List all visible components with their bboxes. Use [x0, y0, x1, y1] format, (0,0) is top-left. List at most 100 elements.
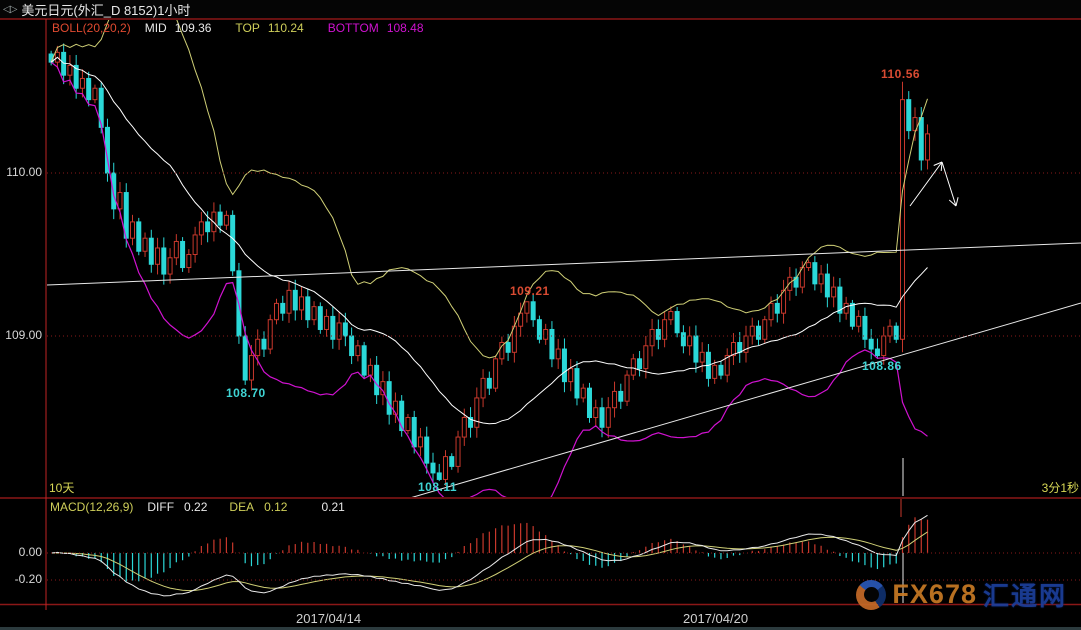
candle-body: [775, 303, 779, 313]
candle-body: [187, 255, 191, 268]
candle-body: [619, 391, 623, 401]
macd-layer: [51, 515, 927, 596]
boll-name[interactable]: BOLL(20,20,2): [52, 21, 131, 35]
candle-body: [431, 463, 435, 473]
macd-indicator-header: MACD(12,26,9) DIFF 0.22 DEA 0.12 0.21: [50, 500, 359, 514]
candle-body: [850, 303, 854, 326]
candle-body: [569, 369, 573, 382]
candle-body: [444, 457, 448, 480]
annotation-arrowhead: [956, 197, 958, 206]
candle-body: [888, 326, 892, 336]
boll-top-label: TOP: [235, 21, 259, 35]
candle-body: [613, 391, 617, 407]
candle-body: [594, 408, 598, 418]
candle-body: [807, 263, 811, 268]
candle-body: [206, 222, 210, 232]
candle-body: [544, 329, 548, 339]
price-axis-label: 109.00: [0, 328, 42, 342]
candle-body: [243, 336, 247, 380]
macd-diff-label: DIFF: [147, 500, 174, 514]
candle-body: [387, 382, 391, 415]
candle-body: [844, 303, 848, 313]
candle-body: [362, 346, 366, 375]
trendline: [403, 303, 1081, 500]
candle-body: [882, 336, 886, 356]
boll-bottom-label: BOTTOM: [328, 21, 379, 35]
candle-body: [562, 349, 566, 382]
candle-body: [149, 238, 153, 264]
range-selector-label[interactable]: 10天: [49, 479, 74, 496]
candle-body: [93, 88, 97, 99]
candle-body: [356, 346, 360, 356]
candle-body: [694, 336, 698, 362]
macd-axis-label: 0.00: [0, 545, 42, 559]
candle-body: [68, 65, 72, 75]
candle-body: [368, 365, 372, 375]
candle-body: [168, 258, 172, 274]
watermark-brand-cn: 汇通网: [983, 576, 1067, 613]
candle-body: [481, 378, 485, 398]
candle-body: [268, 320, 272, 349]
candle-body: [256, 339, 260, 355]
candle-body: [650, 329, 654, 345]
candle-body: [900, 100, 904, 340]
candle-body: [819, 274, 823, 284]
candle-body: [506, 343, 510, 353]
candle-body: [525, 302, 529, 313]
watermark-brand: FX678: [892, 579, 977, 610]
watermark: FX678 汇通网: [856, 576, 1067, 613]
candle-body: [274, 303, 278, 319]
candle-body: [300, 297, 304, 310]
candle-body: [531, 302, 535, 320]
candle-body: [757, 326, 761, 339]
candle-body: [418, 437, 422, 447]
candle-body: [581, 388, 585, 398]
candle-body: [231, 215, 235, 270]
candle-body: [218, 212, 222, 225]
boll-top-value: 110.24: [268, 21, 304, 35]
macd-axis-label: -0.20: [0, 572, 42, 586]
candle-body: [456, 437, 460, 466]
date-label: 2017/04/20: [683, 611, 748, 626]
candle-body: [688, 336, 692, 346]
boll-top-line: [51, 0, 927, 358]
candle-body: [681, 333, 685, 346]
candle-body: [193, 235, 197, 255]
candle-body: [675, 312, 679, 333]
candle-body: [625, 375, 629, 401]
candle-body: [550, 329, 554, 358]
candle-body: [112, 173, 116, 209]
annotation-arrow: [942, 162, 956, 206]
candle-body: [638, 359, 642, 369]
candle-body: [631, 359, 635, 375]
candle-body: [406, 418, 410, 431]
candle-body: [156, 248, 160, 264]
candle-body: [437, 473, 441, 480]
candle-body: [494, 359, 498, 388]
candle-body: [813, 263, 817, 284]
main-price-layer: [47, 0, 1081, 514]
candle-body: [869, 339, 873, 349]
fx678-logo-icon: [856, 580, 886, 610]
price-macd-chart[interactable]: [0, 0, 1081, 630]
price-annotation: 108.86: [862, 359, 902, 373]
price-annotation: 108.70: [226, 386, 266, 400]
candle-body: [343, 323, 347, 336]
candle-body: [80, 78, 84, 88]
candle-body: [656, 329, 660, 339]
candle-body: [875, 349, 879, 356]
candle-body: [450, 457, 454, 467]
candle-body: [719, 365, 723, 375]
candle-body: [606, 408, 610, 428]
candle-body: [600, 408, 604, 428]
candle-body: [788, 277, 792, 290]
candle-body: [669, 312, 673, 320]
candle-body: [224, 215, 228, 225]
fx678-logo-center: [864, 587, 879, 602]
annotation-arrow: [910, 162, 942, 206]
candle-body: [287, 290, 291, 313]
price-annotation: 109.21: [510, 284, 550, 298]
macd-name[interactable]: MACD(12,26,9): [50, 500, 133, 514]
candle-body: [832, 287, 836, 297]
candle-body: [919, 118, 923, 160]
